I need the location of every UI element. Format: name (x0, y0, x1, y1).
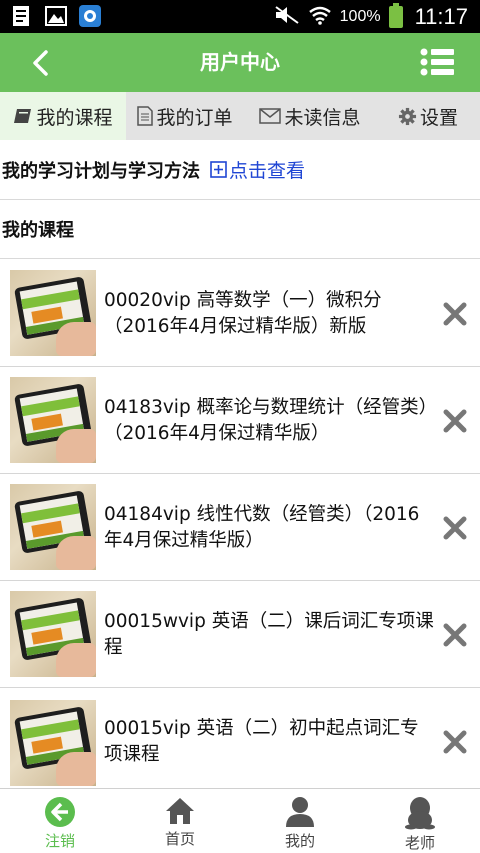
delete-icon[interactable] (443, 516, 467, 540)
clock: 11:17 (414, 3, 468, 29)
delete-icon[interactable] (443, 409, 467, 433)
course-thumbnail (10, 591, 96, 677)
battery-percent: 100% (339, 7, 381, 25)
course-title: 00015wvip 英语（二）课后词汇专项课程 (104, 611, 434, 658)
tab-settings[interactable]: 设置 (376, 92, 480, 140)
image-notification-icon (44, 5, 68, 27)
home-icon (166, 798, 194, 824)
study-plan-row: 我的学习计划与学习方法 点击查看 (0, 140, 480, 200)
course-item[interactable]: 04184vip 线性代数（经管类）（2016年4月保过精华版） (0, 474, 480, 581)
tab-label: 我的课程 (36, 106, 113, 129)
tab-my-courses[interactable]: 我的课程 (0, 92, 126, 140)
tab-bar: 我的课程 我的订单 未读信息 设置 (0, 92, 480, 140)
gear-icon (398, 107, 417, 125)
course-thumbnail (10, 377, 96, 463)
course-thumbnail (10, 270, 96, 356)
battery-icon (388, 2, 403, 28)
course-thumbnail (10, 700, 96, 786)
wifi-icon (308, 5, 332, 29)
tab-my-orders[interactable]: 我的订单 (126, 92, 244, 140)
list-menu-icon[interactable] (420, 47, 454, 77)
course-title: 04183vip 概率论与数理统计（经管类）（2016年4月保过精华版） (104, 397, 428, 444)
course-item[interactable]: 04183vip 概率论与数理统计（经管类）（2016年4月保过精华版） (0, 367, 480, 474)
course-title: 00015vip 英语（二）初中起点词汇专项课程 (104, 718, 419, 765)
status-bar: 100% 11:17 (0, 0, 480, 33)
view-plan-link-label: 点击查看 (229, 160, 306, 182)
tab-label: 设置 (419, 106, 458, 129)
study-plan-label: 我的学习计划与学习方法 (2, 160, 200, 182)
course-title: 00020vip 高等数学（一）微积分（2016年4月保过精华版）新版 (104, 290, 382, 337)
nav-logout[interactable]: 注销 (0, 789, 120, 853)
document-notification-icon (10, 5, 34, 27)
nav-label: 首页 (164, 830, 195, 848)
nav-label: 老师 (404, 834, 435, 852)
nav-mine[interactable]: 我的 (240, 789, 360, 853)
app-header: 用户中心 (0, 33, 480, 92)
delete-icon[interactable] (443, 730, 467, 754)
plus-square-icon (210, 161, 227, 178)
envelope-icon (259, 108, 282, 124)
course-title: 04184vip 线性代数（经管类）（2016年4月保过精华版） (104, 504, 420, 551)
tab-unread-messages[interactable]: 未读信息 (244, 92, 376, 140)
view-plan-link[interactable]: 点击查看 (210, 156, 305, 183)
person-icon (286, 797, 314, 827)
delete-icon[interactable] (443, 623, 467, 647)
book-icon (14, 109, 32, 123)
document-icon (137, 106, 154, 126)
my-courses-heading: 我的课程 (0, 200, 480, 259)
tab-label: 我的订单 (156, 106, 233, 129)
nav-label: 注销 (44, 832, 75, 850)
mute-icon (274, 5, 300, 29)
course-item[interactable]: 00020vip 高等数学（一）微积分（2016年4月保过精华版）新版 (0, 260, 480, 367)
course-item[interactable]: 00015wvip 英语（二）课后词汇专项课程 (0, 581, 480, 688)
tab-label: 未读信息 (284, 106, 361, 129)
page-title: 用户中心 (200, 50, 280, 74)
logout-icon (45, 797, 75, 827)
bottom-nav: 注销 首页 我的 老师 (0, 788, 480, 853)
penguin-icon (405, 797, 435, 830)
app-notification-icon (78, 5, 102, 27)
nav-teacher[interactable]: 老师 (360, 789, 480, 853)
nav-home[interactable]: 首页 (120, 789, 240, 853)
course-item[interactable]: 00015vip 英语（二）初中起点词汇专项课程 (0, 688, 480, 795)
course-thumbnail (10, 484, 96, 570)
delete-icon[interactable] (443, 302, 467, 326)
nav-label: 我的 (284, 832, 315, 850)
